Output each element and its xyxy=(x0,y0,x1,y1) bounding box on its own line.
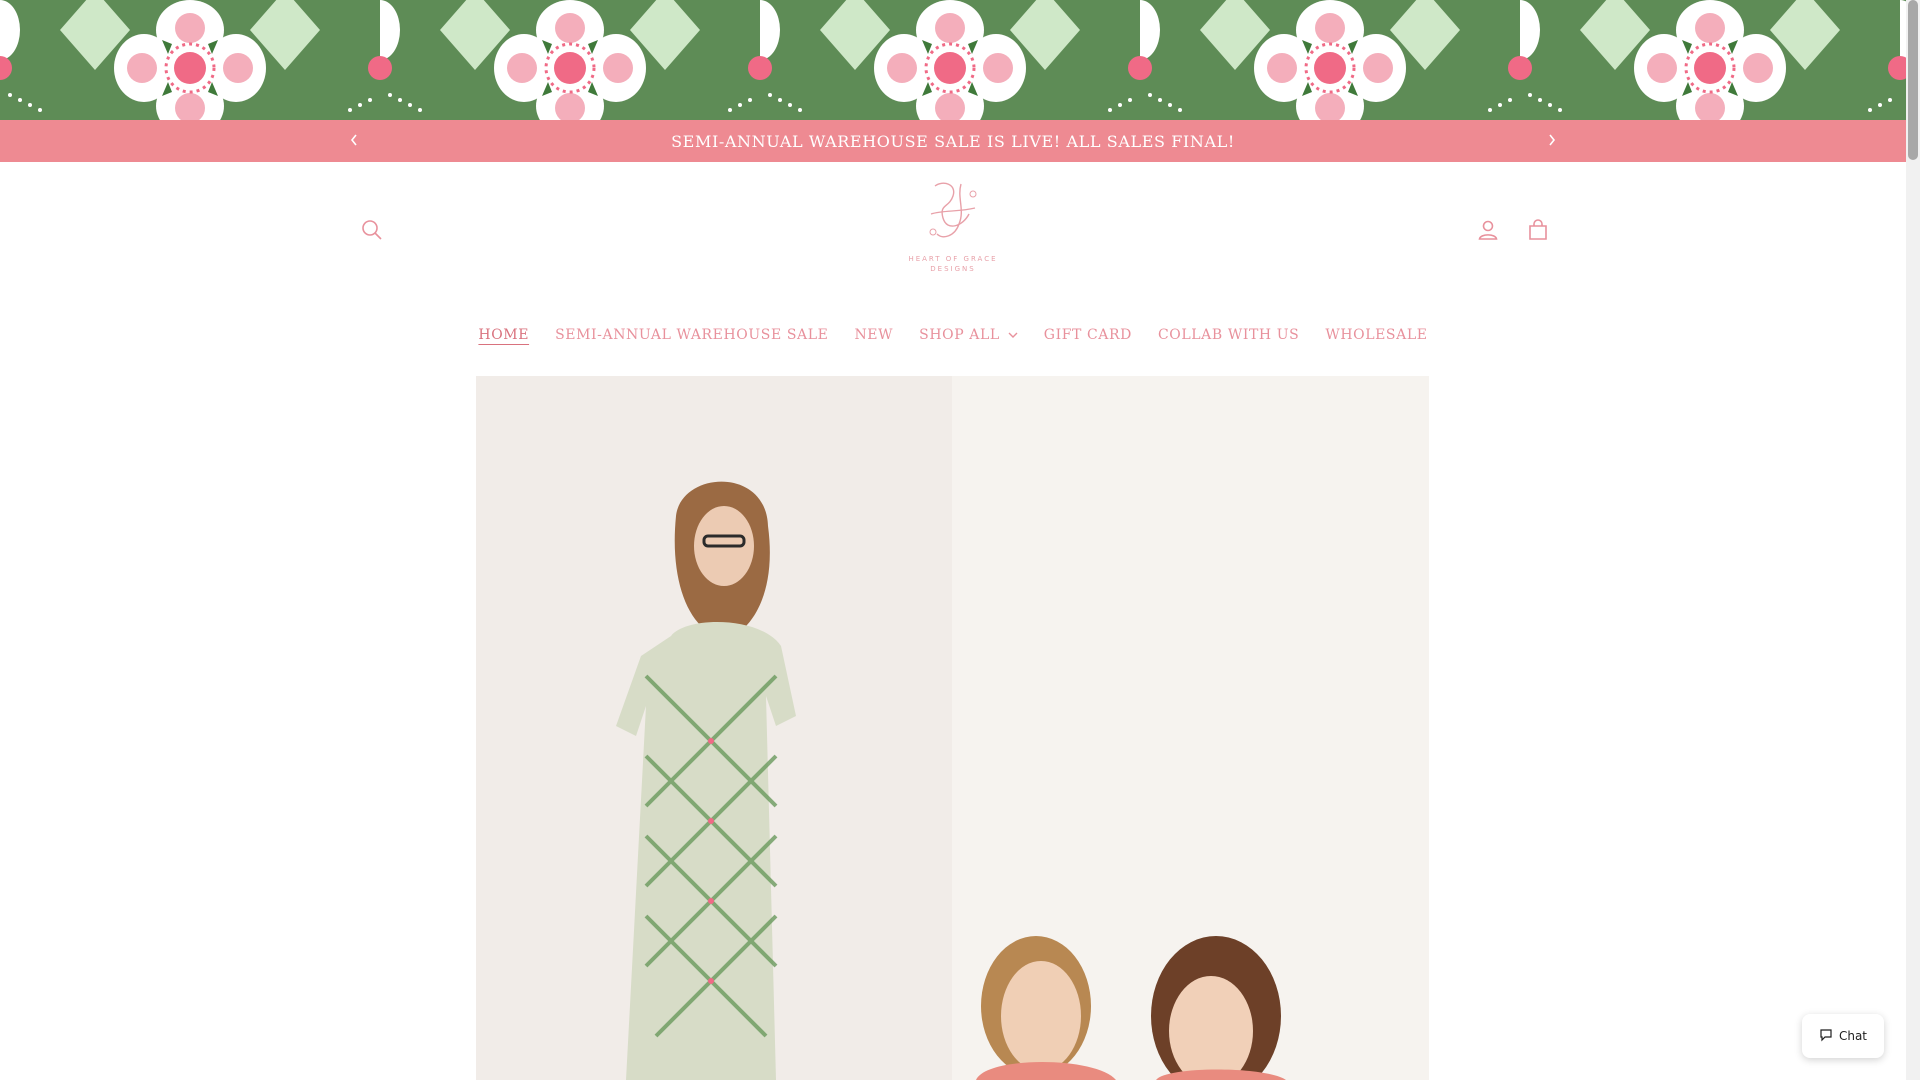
page-scrollbar[interactable] xyxy=(1906,0,1920,1080)
nav-collab[interactable]: COLLAB WITH US xyxy=(1145,327,1312,343)
announcement-bar: SEMI-ANNUAL WAREHOUSE SALE IS LIVE! ALL … xyxy=(0,120,1906,162)
user-icon xyxy=(1476,218,1500,246)
nav-shop-all-label: SHOP ALL xyxy=(919,327,1000,343)
search-button[interactable] xyxy=(350,210,394,254)
announcement-text[interactable]: SEMI-ANNUAL WAREHOUSE SALE IS LIVE! ALL … xyxy=(671,132,1235,151)
chevron-right-icon xyxy=(1547,132,1557,151)
account-button[interactable] xyxy=(1466,210,1510,254)
nav-warehouse-sale[interactable]: SEMI-ANNUAL WAREHOUSE SALE xyxy=(542,327,841,343)
bag-icon xyxy=(1526,218,1550,246)
chevron-left-icon xyxy=(349,132,359,151)
announcement-next-button[interactable] xyxy=(1534,120,1570,162)
chat-bubble-icon xyxy=(1819,1028,1833,1045)
nav-gift-card-label: GIFT CARD xyxy=(1043,327,1132,343)
nav-home[interactable]: HOME xyxy=(465,327,542,343)
nav-wholesale-label: WHOLESALE xyxy=(1325,327,1428,343)
floral-banner xyxy=(0,0,1906,120)
nav-new-label: NEW xyxy=(854,327,894,343)
nav-shop-all[interactable]: SHOP ALL xyxy=(906,327,1031,343)
nav-gift-card[interactable]: GIFT CARD xyxy=(1031,327,1145,343)
models-photo-image xyxy=(476,376,1429,1080)
scrollbar-thumb[interactable] xyxy=(1908,0,1918,160)
logo-line-1: HEART OF GRACE xyxy=(908,255,998,263)
monogram-logo-image xyxy=(929,182,977,238)
main-nav: HOME SEMI-ANNUAL WAREHOUSE SALE NEW SHOP… xyxy=(0,317,1906,353)
site-logo[interactable]: HEART OF GRACE DESIGNS xyxy=(898,174,1008,284)
hero-image[interactable] xyxy=(476,376,1429,1080)
chat-label: Chat xyxy=(1838,1029,1868,1043)
nav-home-label: HOME xyxy=(478,327,530,343)
search-icon xyxy=(360,218,384,246)
logo-line-2: DESIGNS xyxy=(930,265,976,273)
cart-button[interactable] xyxy=(1516,210,1560,254)
chat-button[interactable]: Chat xyxy=(1802,1014,1884,1058)
announcement-prev-button[interactable] xyxy=(336,120,372,162)
nav-wholesale[interactable]: WHOLESALE xyxy=(1312,327,1440,343)
floral-pattern-image xyxy=(0,0,1906,120)
chevron-down-icon xyxy=(1008,327,1018,343)
nav-warehouse-sale-label: SEMI-ANNUAL WAREHOUSE SALE xyxy=(555,327,829,343)
nav-collab-label: COLLAB WITH US xyxy=(1158,327,1300,343)
nav-new[interactable]: NEW xyxy=(841,327,906,343)
